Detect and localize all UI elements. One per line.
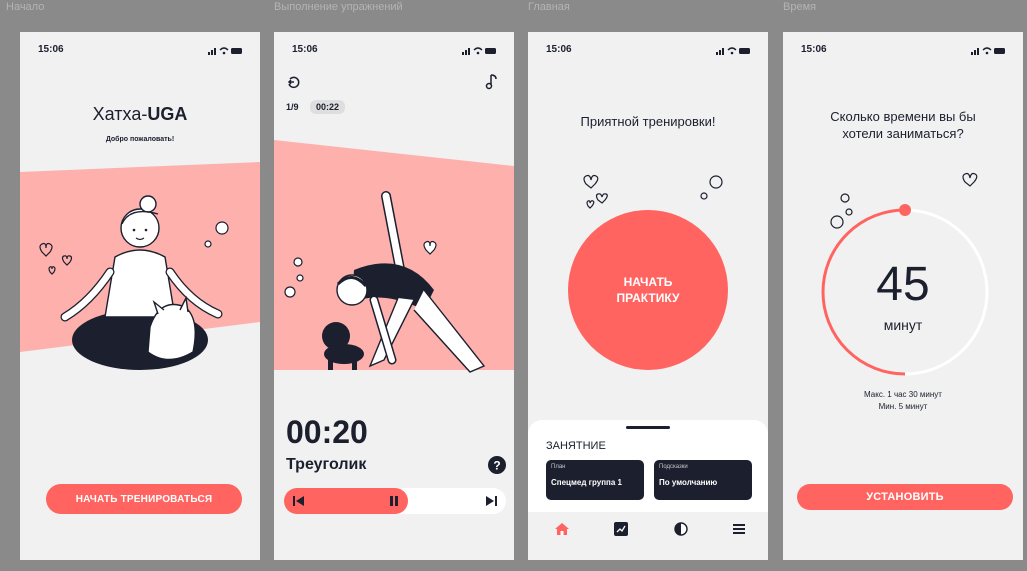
status-time: 15:06 (546, 44, 572, 55)
exercise-progress: 1/9 (286, 102, 299, 112)
section-title: ЗАНЯТНИЕ (546, 440, 606, 452)
half-circle-icon[interactable] (674, 522, 688, 536)
pause-icon[interactable] (388, 495, 400, 507)
plan-card[interactable]: План Спецмед группа 1 (546, 460, 644, 500)
plan-label: План (551, 464, 566, 470)
time-unit: минут (883, 317, 923, 333)
time-min: Мин. 5 минут (878, 402, 928, 411)
app-title: Хатха-UGA (20, 104, 260, 125)
frame-label-start: Начало (6, 1, 45, 13)
triangle-pose-illustration (274, 140, 514, 373)
status-time: 15:06 (292, 44, 318, 55)
frame-label-exercise: Выполнение упражнений (274, 1, 403, 13)
elapsed-time-badge: 00:22 (310, 100, 346, 114)
start-training-button[interactable]: НАЧАТЬ ТРЕНИРОВАТЬСЯ (46, 484, 242, 514)
status-bar: 15:06 (783, 44, 1023, 58)
svg-text:?: ? (493, 459, 500, 473)
home-icon[interactable] (554, 522, 570, 536)
status-bar: 15:06 (274, 44, 514, 58)
time-value: 45 (876, 258, 930, 311)
bottom-sheet: ЗАНЯТНИЕ План Спецмед группа 1 Подсказки… (528, 420, 768, 560)
start-practice-line2: ПРАКТИКУ (616, 291, 680, 305)
music-note-icon[interactable] (484, 72, 500, 90)
start-screen: 15:06 Хатха-UGA Добро пожаловать! НАЧАТЬ… (20, 32, 260, 560)
status-time: 15:06 (38, 44, 64, 55)
hints-card[interactable]: Подсказки По умолчанию (654, 460, 752, 500)
hints-label: Подсказки (659, 464, 688, 470)
skip-back-icon[interactable] (292, 495, 306, 507)
back-arrow-icon[interactable] (286, 74, 302, 90)
status-icons (716, 47, 750, 55)
frame-label-home: Главная (528, 1, 570, 13)
time-max: Макс. 1 час 30 минут (864, 390, 942, 399)
skip-forward-icon[interactable] (484, 495, 498, 507)
exercise-screen: 15:06 1/9 00:22 00:20 Треуголик ? (274, 32, 514, 560)
status-icons (971, 47, 1005, 55)
time-screen: 15:06 Сколько времени вы бы хотели заним… (783, 32, 1023, 560)
hints-value: По умолчанию (659, 478, 718, 487)
exercise-name: Треуголик (286, 456, 367, 473)
status-bar: 15:06 (528, 44, 768, 58)
app-title-brand: UGA (147, 104, 188, 124)
question-circle-icon[interactable]: ? (488, 456, 506, 474)
bottom-nav (528, 512, 768, 560)
start-practice-line1: НАЧАТЬ (623, 275, 673, 289)
welcome-text: Добро пожаловать! (105, 136, 175, 143)
menu-icon[interactable] (732, 522, 746, 536)
app-title-prefix: Хатха- (92, 104, 148, 124)
status-icons (208, 47, 242, 55)
status-icons (462, 47, 496, 55)
sheet-handle[interactable] (626, 426, 670, 429)
greeting-text: Приятной тренировки! (580, 114, 716, 129)
status-bar: 15:06 (20, 44, 260, 58)
status-time: 15:06 (801, 44, 827, 55)
plan-value: Спецмед группа 1 (551, 478, 622, 487)
chart-icon[interactable] (614, 522, 628, 536)
home-screen: 15:06 Приятной тренировки! НАЧАТЬ ПРАКТИ… (528, 32, 768, 560)
exercise-timer: 00:20 (286, 414, 368, 450)
set-time-button[interactable]: УСТАНОВИТЬ (797, 484, 1013, 510)
start-practice-button[interactable]: НАЧАТЬ ПРАКТИКУ (568, 210, 728, 370)
time-question: Сколько времени вы бы хотели заниматься? (830, 109, 976, 141)
meditation-illustration (20, 162, 260, 370)
frame-label-time: Время (783, 1, 817, 13)
